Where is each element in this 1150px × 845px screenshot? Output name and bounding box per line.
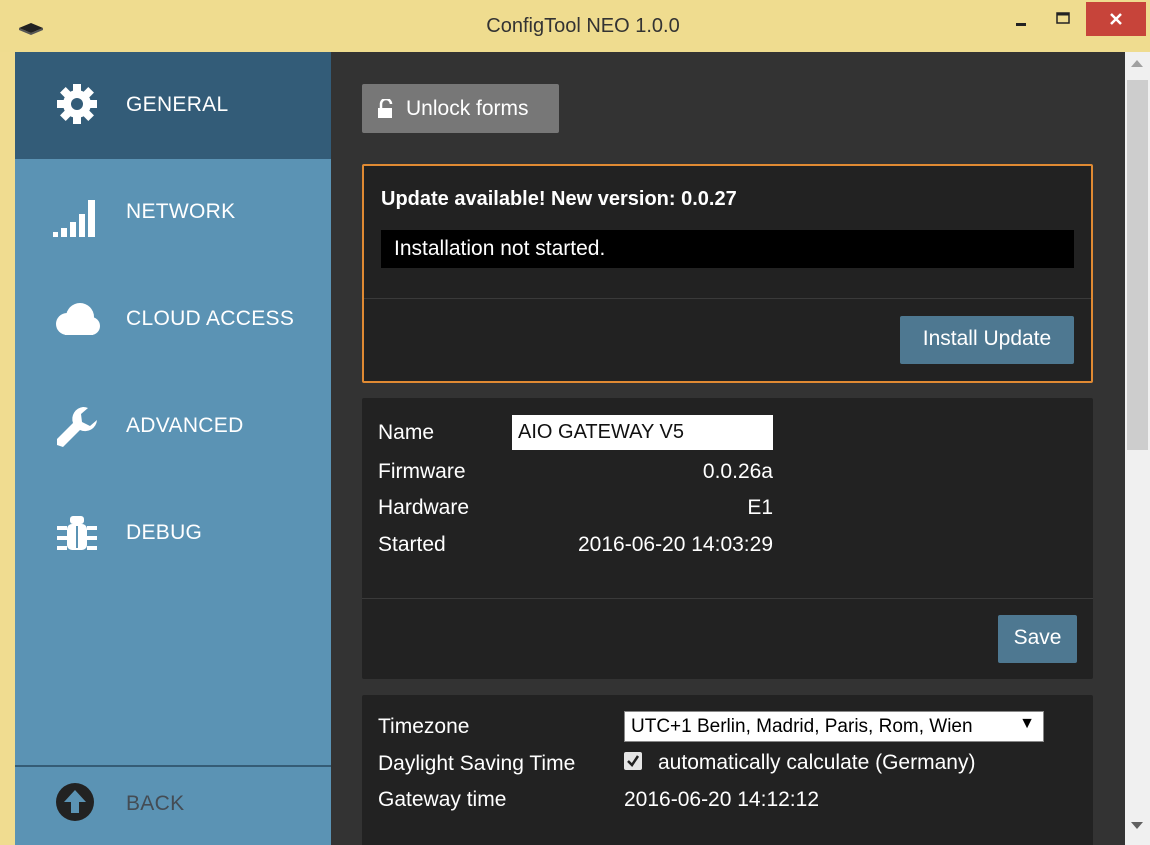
timezone-label: Timezone xyxy=(378,715,470,738)
sidebar-item-label: NETWORK xyxy=(126,200,236,223)
close-button[interactable] xyxy=(1086,2,1146,36)
name-field[interactable] xyxy=(512,415,773,450)
save-button[interactable]: Save xyxy=(998,615,1077,663)
started-label: Started xyxy=(378,533,446,556)
name-label: Name xyxy=(378,421,435,444)
hardware-value: E1 xyxy=(747,496,773,519)
arrow-up-circle-icon xyxy=(56,783,94,821)
sidebar-item-debug[interactable]: DEBUG xyxy=(15,480,331,587)
main-content: Unlock forms Update available! New versi… xyxy=(331,52,1125,845)
app-window: ConfigTool NEO 1.0.0 GENERAL NETWORK CLO… xyxy=(0,0,1150,845)
timezone-selected-value: UTC+1 Berlin, Madrid, Paris, Rom, Wien xyxy=(631,716,973,737)
signal-bars-icon xyxy=(53,200,95,237)
scroll-down-arrow-icon[interactable] xyxy=(1131,822,1143,829)
firmware-value: 0.0.26a xyxy=(702,460,773,483)
panel-divider xyxy=(364,298,1091,299)
bug-icon xyxy=(57,516,97,550)
close-icon xyxy=(1110,13,1122,25)
title-bar: ConfigTool NEO 1.0.0 xyxy=(0,0,1150,52)
minimize-icon xyxy=(1016,23,1026,26)
unlock-icon xyxy=(378,99,393,118)
minimize-button[interactable] xyxy=(1004,4,1038,36)
scrollbar-thumb[interactable] xyxy=(1127,80,1148,450)
sidebar: GENERAL NETWORK CLOUD ACCESS ADVANCED DE… xyxy=(15,52,331,845)
unlock-forms-button[interactable]: Unlock forms xyxy=(362,84,559,133)
gateway-time-label: Gateway time xyxy=(378,788,507,811)
wrench-icon xyxy=(57,406,97,447)
panel-divider xyxy=(362,598,1093,599)
scroll-up-arrow-icon[interactable] xyxy=(1131,60,1143,67)
sidebar-item-network[interactable]: NETWORK xyxy=(15,159,331,266)
dst-checkbox[interactable] xyxy=(624,752,642,770)
started-value: 2016-06-20 14:03:29 xyxy=(578,533,773,556)
back-button[interactable]: BACK xyxy=(15,767,331,845)
window-title: ConfigTool NEO 1.0.0 xyxy=(486,15,680,37)
hardware-label: Hardware xyxy=(378,496,470,519)
time-settings-panel: Timezone UTC+1 Berlin, Madrid, Paris, Ro… xyxy=(362,695,1093,845)
sidebar-item-label: GENERAL xyxy=(126,93,229,116)
vertical-scrollbar[interactable] xyxy=(1125,52,1150,845)
sidebar-item-label: DEBUG xyxy=(126,521,203,544)
maximize-button[interactable] xyxy=(1046,4,1080,36)
firmware-label: Firmware xyxy=(378,460,466,483)
timezone-select[interactable]: UTC+1 Berlin, Madrid, Paris, Rom, Wien ▼ xyxy=(624,711,1044,742)
back-label: BACK xyxy=(126,792,185,815)
cloud-icon xyxy=(56,303,100,335)
device-info-panel: Name Firmware 0.0.26a Hardware E1 Starte… xyxy=(362,398,1093,679)
update-panel: Update available! New version: 0.0.27 In… xyxy=(362,164,1093,383)
gateway-time-value: 2016-06-20 14:12:12 xyxy=(624,788,819,811)
gear-icon xyxy=(57,84,97,124)
dst-label: Daylight Saving Time xyxy=(378,752,576,775)
sidebar-item-advanced[interactable]: ADVANCED xyxy=(15,373,331,480)
sidebar-item-general[interactable]: GENERAL xyxy=(15,52,331,159)
sidebar-item-label: ADVANCED xyxy=(126,414,244,437)
dropdown-arrow-icon: ▼ xyxy=(1019,715,1035,732)
unlock-forms-label: Unlock forms xyxy=(406,97,529,120)
update-title: Update available! New version: 0.0.27 xyxy=(381,188,737,210)
sidebar-item-cloud-access[interactable]: CLOUD ACCESS xyxy=(15,266,331,373)
dst-option-label: automatically calculate (Germany) xyxy=(658,751,976,774)
maximize-icon xyxy=(1056,12,1070,24)
update-status: Installation not started. xyxy=(381,230,1074,268)
checkmark-icon xyxy=(627,755,640,767)
sidebar-item-label: CLOUD ACCESS xyxy=(126,307,295,330)
install-update-button[interactable]: Install Update xyxy=(900,316,1074,364)
